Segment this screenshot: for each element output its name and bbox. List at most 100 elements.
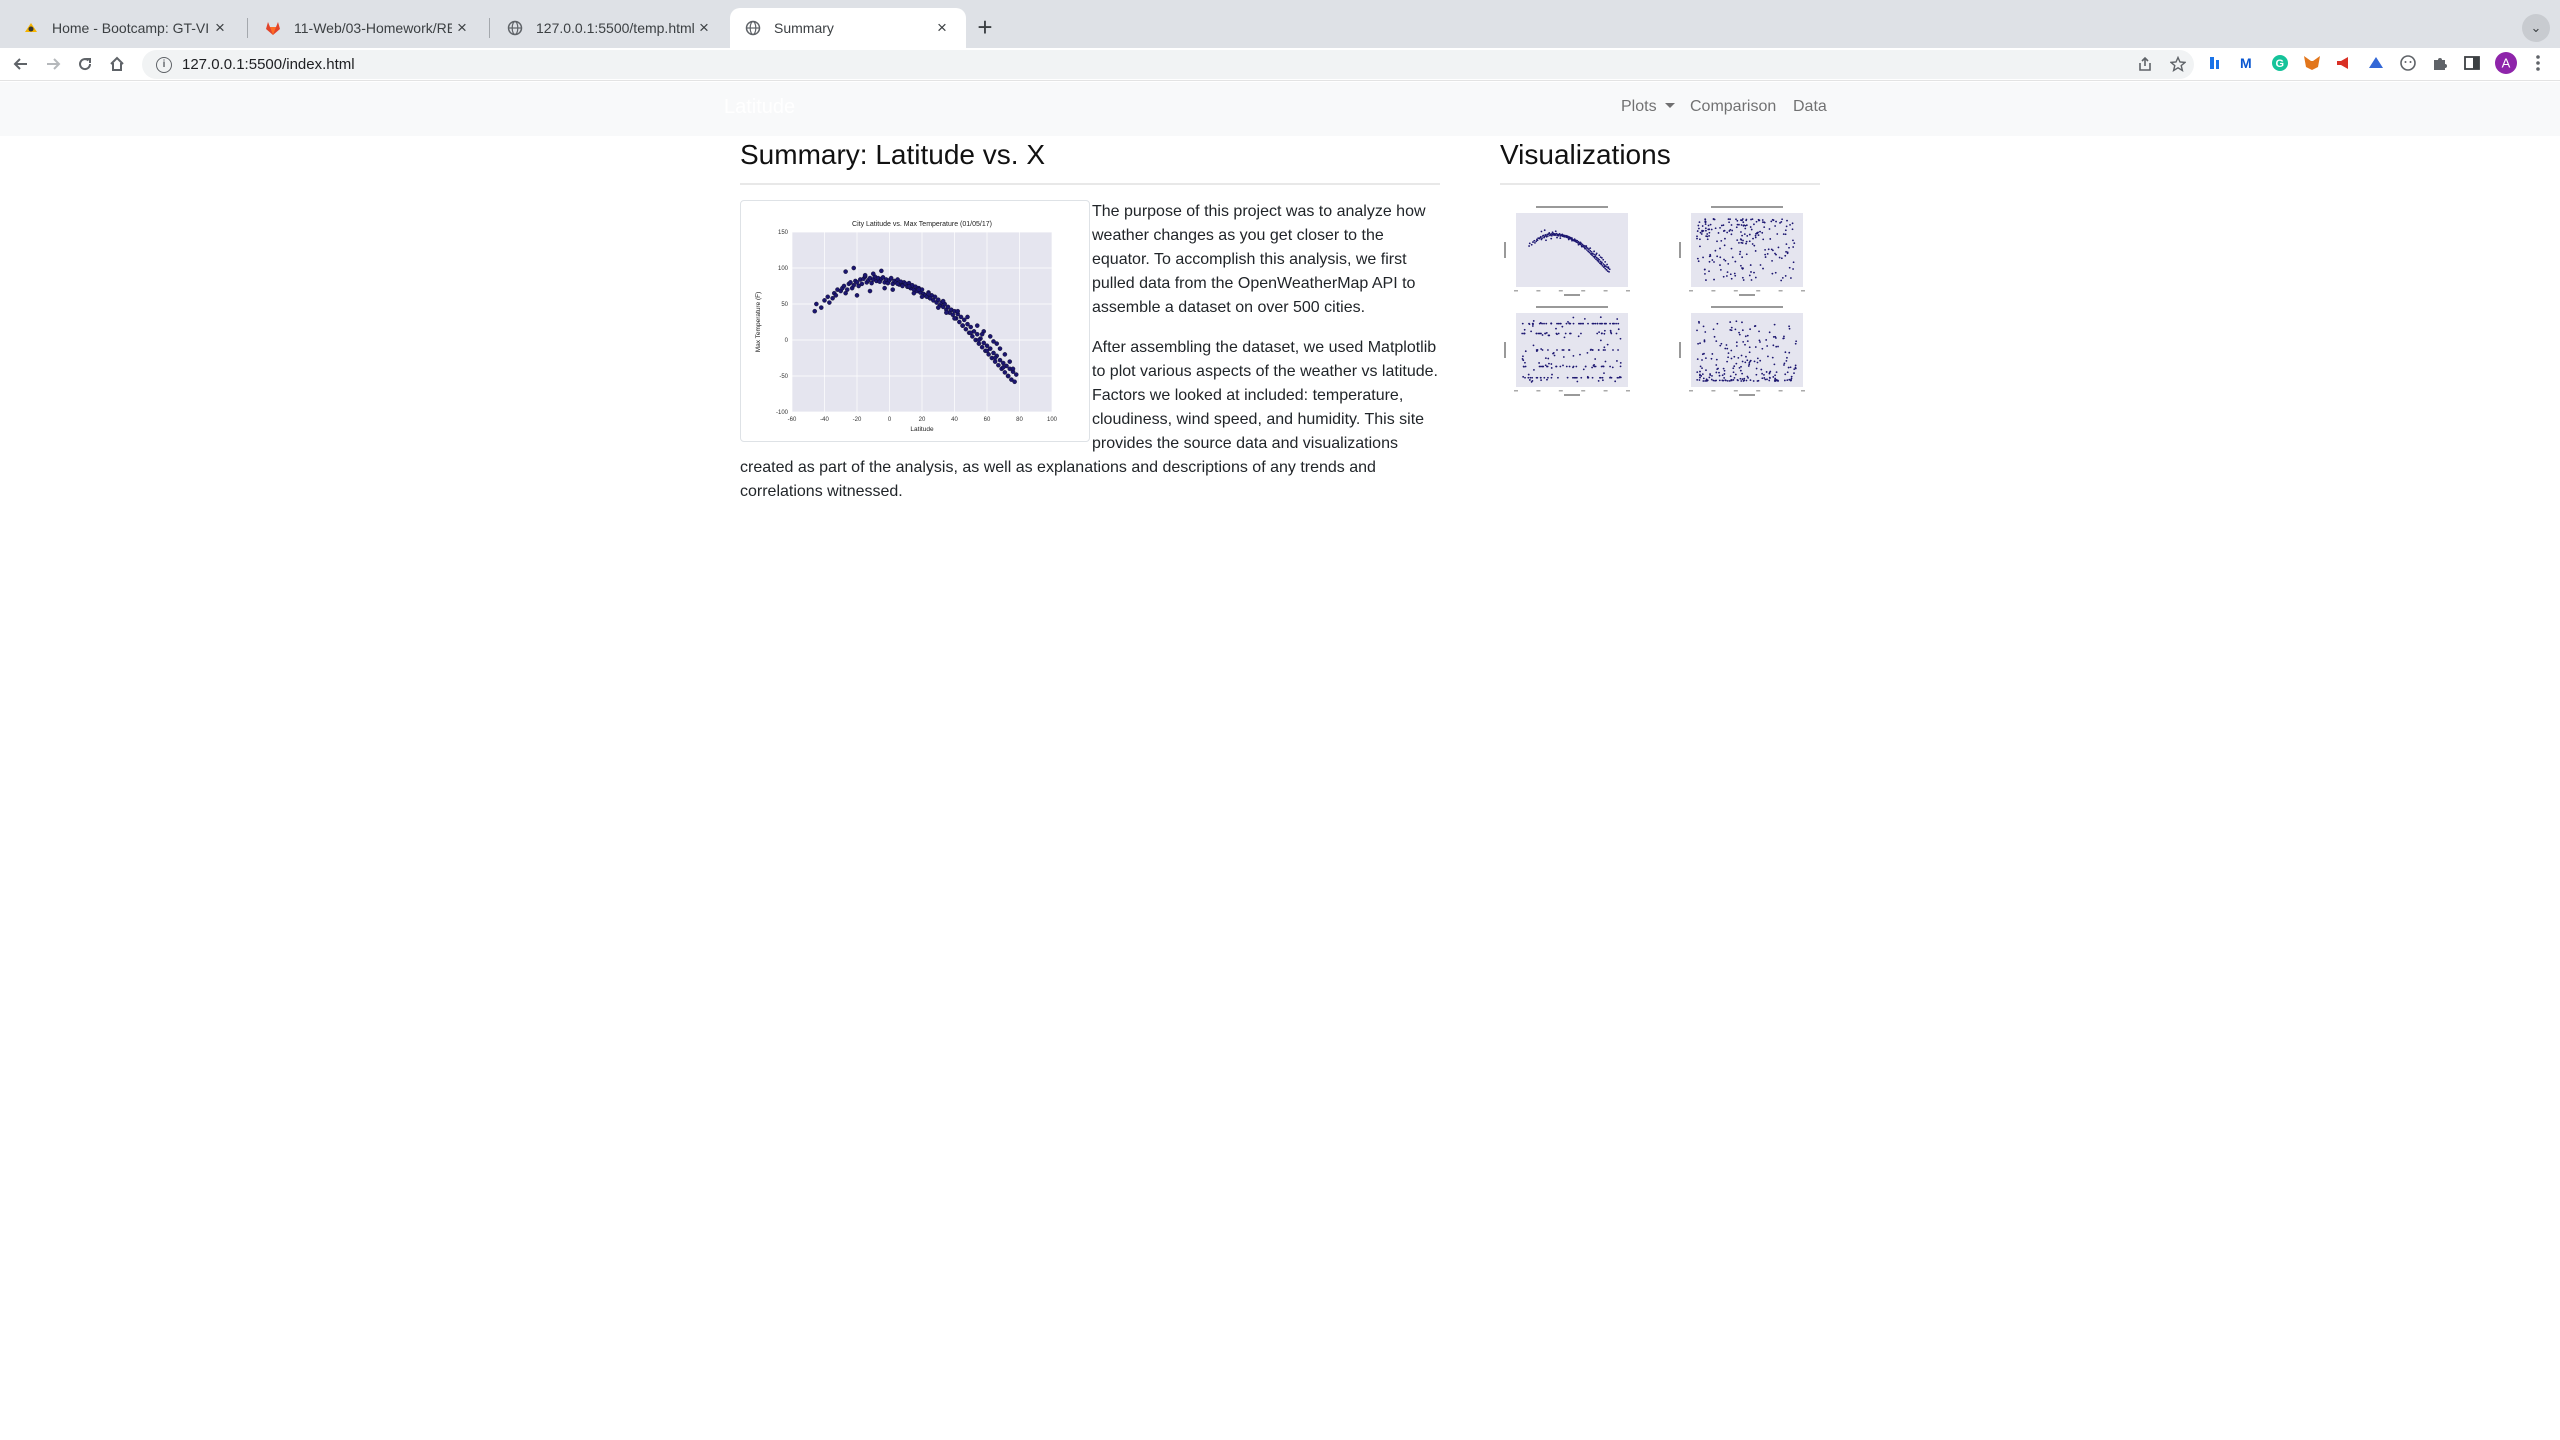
plots-dropdown[interactable]: Plots (1621, 98, 1675, 116)
new-tab-button[interactable]: + (970, 13, 1000, 43)
thumbnail-point (1748, 240, 1751, 243)
thumbnail-point (1703, 339, 1706, 342)
thumbnail-point (1528, 323, 1531, 326)
globe-icon (744, 19, 762, 37)
thumbnail-point (1521, 332, 1524, 335)
side-panel-icon[interactable] (2460, 51, 2484, 75)
thumbnail-point (1745, 219, 1748, 222)
thumbnail-point (1744, 227, 1747, 230)
thumbnail-point (1522, 355, 1524, 358)
thumbnail-point (1576, 380, 1579, 383)
thumbnail-point (1789, 366, 1792, 369)
extension-icon[interactable]: M (2236, 51, 2260, 75)
extension-icon[interactable] (2396, 51, 2420, 75)
thumbnail-point (1596, 322, 1599, 325)
data-point (1002, 352, 1008, 357)
extension-icon[interactable] (2364, 51, 2388, 75)
browser-tab[interactable]: Home - Bootcamp: GT-VIRT-D × (8, 8, 244, 48)
thumbnail-point (1582, 322, 1584, 325)
tab-title: Summary (774, 20, 834, 36)
thumbnail-point (1602, 258, 1605, 261)
thumbnail-point (1531, 376, 1534, 379)
data-point (968, 324, 973, 330)
thumbnail-point (1740, 365, 1742, 368)
data-point (992, 355, 998, 361)
thumbnail-point (1742, 267, 1744, 270)
thumbnail-point (1794, 364, 1797, 367)
kebab-menu-icon[interactable] (2526, 51, 2550, 75)
back-button[interactable] (6, 49, 36, 79)
thumbnail-point (1771, 356, 1774, 359)
share-icon[interactable] (2135, 54, 2155, 74)
thumbnail-point (1746, 375, 1749, 378)
thumbnail-point (1747, 365, 1750, 367)
thumbnail-point (1748, 351, 1751, 354)
thumbnail-point (1618, 376, 1620, 379)
thumbnail-point (1794, 342, 1797, 345)
home-button[interactable] (102, 49, 132, 79)
thumbnail-point (1774, 225, 1777, 227)
navbar-brand[interactable]: Latitude (724, 96, 795, 119)
data-point (965, 314, 970, 320)
comparison-link[interactable]: Comparison (1690, 98, 1776, 116)
wind-speed-plot-thumbnail[interactable] (1675, 303, 1815, 403)
thumbnail-point (1611, 366, 1614, 369)
thumbnail-point (1699, 370, 1701, 373)
address-text[interactable]: 127.0.0.1:5500/index.html (182, 56, 355, 73)
forward-button[interactable] (38, 49, 68, 79)
profile-avatar[interactable]: A (2494, 51, 2518, 75)
thumbnail-point (1543, 376, 1546, 379)
cloudiness-plot-thumbnail[interactable] (1500, 303, 1640, 403)
thumbnail-point (1739, 377, 1742, 380)
thumbnail-point (1730, 349, 1733, 352)
y-axis-label: Max Temperature (F) (755, 292, 762, 353)
data-point (830, 295, 835, 301)
thumbnail-point (1759, 230, 1761, 233)
grammarly-icon[interactable]: G (2268, 51, 2292, 75)
thumbnail-point (1718, 374, 1721, 377)
thumbnail-point (1617, 328, 1620, 331)
thumbnail-point (1539, 376, 1542, 379)
thumbnail-point (1590, 253, 1593, 255)
browser-tab[interactable]: 11-Web/03-Homework/READM × (250, 8, 486, 48)
thumbnail-ylabel (1679, 242, 1681, 258)
thumbnail-point (1709, 253, 1712, 256)
thumbnail-point (1726, 271, 1729, 273)
chevron-down-icon[interactable]: ⌄ (2522, 14, 2550, 42)
temperature-plot-thumbnail[interactable] (1500, 203, 1640, 303)
browser-tab-active[interactable]: Summary × (730, 8, 966, 48)
metamask-fox-icon[interactable] (2300, 51, 2324, 75)
thumbnail-point (1749, 328, 1751, 331)
address-bar[interactable]: i 127.0.0.1:5500/index.html (142, 50, 2194, 79)
thumbnail-point (1524, 350, 1527, 353)
data-point (859, 281, 865, 287)
x-tick-label: -40 (820, 417, 829, 423)
close-tab-icon[interactable]: × (210, 18, 230, 38)
info-icon[interactable]: i (156, 56, 172, 73)
close-tab-icon[interactable]: × (694, 18, 714, 38)
thumbnail-point (1541, 237, 1543, 240)
chart-title: City Latitude vs. Max Temperature (01/05… (852, 221, 992, 228)
thumbnail-point (1774, 379, 1777, 382)
close-tab-icon[interactable]: × (932, 18, 952, 38)
thumbnail-point (1736, 378, 1739, 381)
data-point (944, 310, 949, 315)
thumbnail-point (1527, 373, 1530, 376)
extension-icon[interactable] (2204, 51, 2228, 75)
thumbnail-point (1708, 235, 1710, 237)
humidity-plot-thumbnail[interactable] (1675, 203, 1815, 303)
close-tab-icon[interactable]: × (452, 18, 472, 38)
thumbnail-tick (1778, 290, 1783, 292)
thumbnail-point (1780, 257, 1783, 260)
thumbnail-point (1784, 254, 1787, 257)
megaphone-icon[interactable] (2332, 51, 2356, 75)
thumbnail-point (1725, 275, 1728, 277)
puzzle-piece-icon[interactable] (2428, 51, 2452, 75)
thumbnail-point (1725, 344, 1728, 346)
bookmark-star-icon[interactable] (2168, 54, 2188, 74)
data-link[interactable]: Data (1793, 98, 1827, 116)
thumbnail-point (1723, 373, 1726, 375)
browser-tab[interactable]: 127.0.0.1:5500/temp.html × (492, 8, 728, 48)
thumbnail-point (1544, 332, 1546, 335)
reload-button[interactable] (70, 49, 100, 79)
